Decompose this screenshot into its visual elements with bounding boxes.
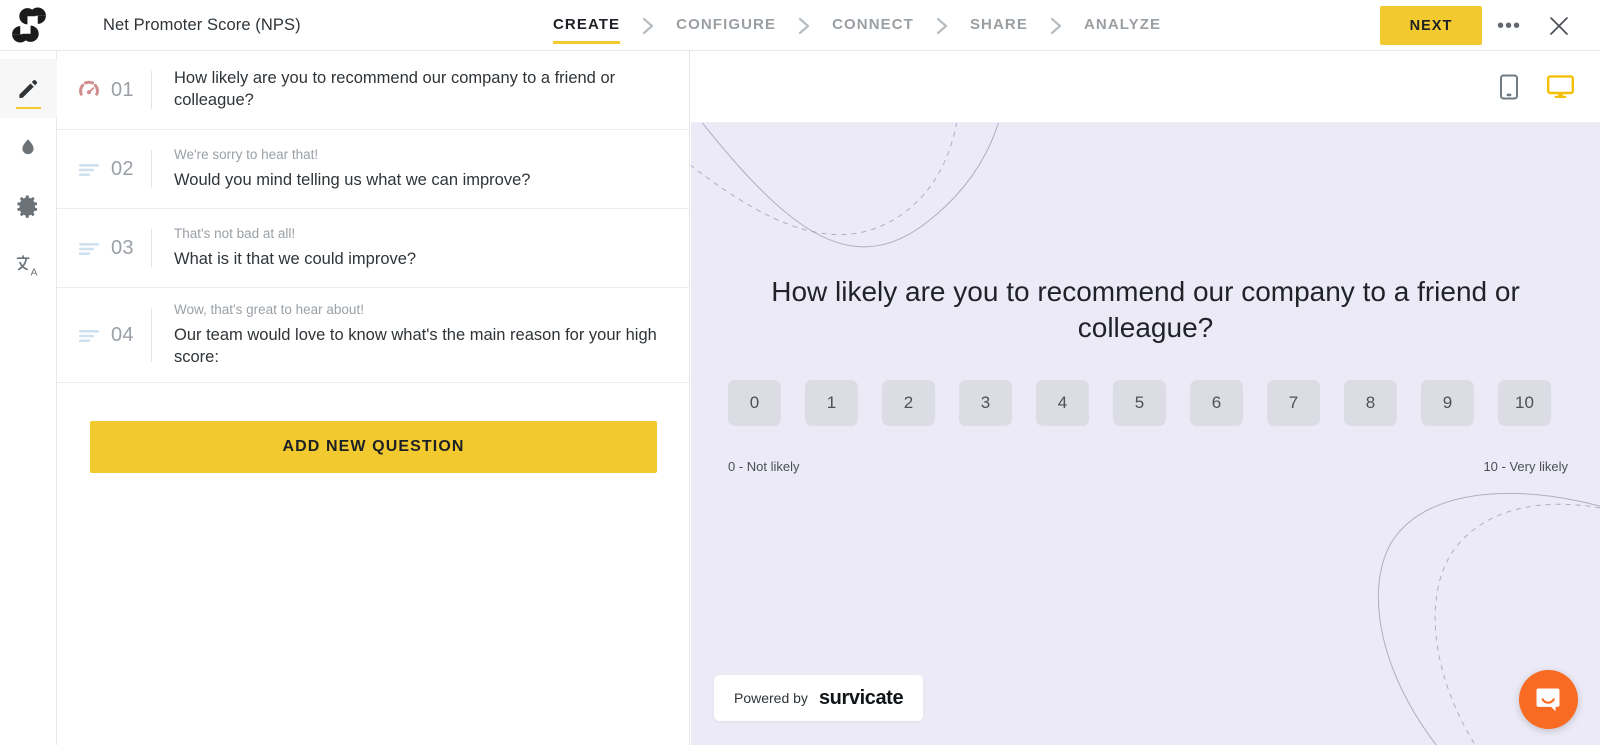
- survicate-survey-editor: Net Promoter Score (NPS) CREATE CONFIGUR…: [0, 0, 1600, 745]
- pencil-icon: [19, 79, 38, 98]
- chevron-right-icon: [914, 16, 970, 36]
- survey-preview-canvas: How likely are you to recommend our comp…: [691, 123, 1600, 745]
- page-title: Net Promoter Score (NPS): [103, 15, 301, 34]
- question-number: 03: [111, 236, 134, 259]
- step-create[interactable]: CREATE: [553, 16, 621, 44]
- nps-option-1[interactable]: 1: [805, 380, 858, 426]
- chat-launcher-button[interactable]: [1519, 670, 1578, 729]
- survicate-pinwheel-logo: [11, 7, 46, 43]
- nps-option-9[interactable]: 9: [1421, 380, 1474, 426]
- nps-scale: 0 1 2 3 4 5 6 7 8 9 10: [728, 380, 1551, 426]
- text-lines-icon: [75, 323, 103, 347]
- nps-gauge-icon: [75, 78, 103, 102]
- question-list-item-02[interactable]: 02 We're sorry to hear that! Would you m…: [57, 130, 689, 209]
- scale-label-right: 10 - Very likely: [1483, 459, 1568, 474]
- preview-question-title: How likely are you to recommend our comp…: [771, 276, 1520, 344]
- nps-option-10[interactable]: 10: [1498, 380, 1551, 426]
- mobile-icon: [1500, 74, 1518, 99]
- question-list-item-01[interactable]: 01 How likely are you to recommend our c…: [57, 51, 689, 130]
- text-lines-icon: [75, 157, 103, 181]
- nps-option-6[interactable]: 6: [1190, 380, 1243, 426]
- chevron-right-icon: [776, 16, 832, 36]
- nps-option-3[interactable]: 3: [959, 380, 1012, 426]
- question-text: How likely are you to recommend our comp…: [174, 69, 616, 109]
- close-button[interactable]: [1546, 13, 1572, 39]
- question-sublabel: Wow, that's great to hear about!: [174, 302, 364, 318]
- question-text: Would you mind telling us what we can im…: [174, 170, 531, 189]
- powered-by-brand: survicate: [818, 686, 904, 709]
- powered-by-text: Powered by: [734, 690, 808, 706]
- step-share[interactable]: SHARE: [970, 16, 1028, 35]
- add-question-area: ADD NEW QUESTION: [57, 383, 689, 473]
- gear-icon: [16, 195, 37, 218]
- desktop-icon: [1547, 74, 1574, 98]
- survey-preview-panel: How likely are you to recommend our comp…: [691, 51, 1600, 745]
- translate-icon: A: [16, 254, 38, 278]
- decorative-curves: [691, 123, 1600, 745]
- question-sublabel: That's not bad at all!: [174, 226, 296, 242]
- step-configure[interactable]: CONFIGURE: [676, 16, 776, 35]
- sidebar-item-edit[interactable]: [0, 59, 57, 118]
- top-bar: Net Promoter Score (NPS) CREATE CONFIGUR…: [0, 0, 1600, 51]
- intercom-chat-icon: [1536, 688, 1559, 711]
- preview-toolbar: [691, 51, 1600, 123]
- scale-label-left: 0 - Not likely: [728, 459, 800, 474]
- sidebar-item-translations[interactable]: A: [0, 236, 57, 295]
- next-button[interactable]: NEXT: [1380, 6, 1482, 45]
- wizard-steps: CREATE CONFIGURE CONNECT SHARE ANALYZE: [553, 0, 1161, 51]
- svg-text:A: A: [31, 266, 38, 278]
- nps-option-8[interactable]: 8: [1344, 380, 1397, 426]
- question-list-item-04[interactable]: 04 Wow, that's great to hear about! Our …: [57, 288, 689, 383]
- sidebar-item-theme[interactable]: [0, 118, 57, 177]
- question-number: 04: [111, 323, 134, 346]
- question-list-panel: 01 How likely are you to recommend our c…: [57, 51, 690, 745]
- nps-option-7[interactable]: 7: [1267, 380, 1320, 426]
- question-list-item-03[interactable]: 03 That's not bad at all! What is it tha…: [57, 209, 689, 288]
- nps-scale-labels: 0 - Not likely 10 - Very likely: [728, 459, 1568, 474]
- nps-option-0[interactable]: 0: [728, 380, 781, 426]
- sidebar-item-settings[interactable]: [0, 177, 57, 236]
- chevron-right-icon: [1028, 16, 1084, 36]
- chevron-right-icon: [620, 16, 676, 36]
- nps-option-5[interactable]: 5: [1113, 380, 1166, 426]
- nps-option-2[interactable]: 2: [882, 380, 935, 426]
- question-text: Our team would love to know what's the m…: [174, 325, 657, 366]
- text-lines-icon: [75, 236, 103, 260]
- ellipsis-icon: •••: [1496, 15, 1521, 37]
- more-options-button[interactable]: •••: [1496, 13, 1522, 39]
- close-icon: [1550, 17, 1568, 35]
- powered-by-badge[interactable]: Powered by survicate: [714, 675, 924, 721]
- left-icon-rail: A: [0, 51, 57, 745]
- question-sublabel: We're sorry to hear that!: [174, 147, 319, 163]
- desktop-preview-button[interactable]: [1547, 74, 1574, 99]
- step-analyze[interactable]: ANALYZE: [1084, 16, 1161, 35]
- add-new-question-button[interactable]: ADD NEW QUESTION: [90, 421, 657, 473]
- question-number: 01: [111, 78, 134, 101]
- mobile-preview-button[interactable]: [1499, 74, 1519, 100]
- app-logo[interactable]: [0, 0, 57, 51]
- nps-option-4[interactable]: 4: [1036, 380, 1089, 426]
- question-text: What is it that we could improve?: [174, 249, 417, 268]
- question-number: 02: [111, 157, 134, 180]
- droplet-icon: [22, 138, 34, 154]
- step-connect[interactable]: CONNECT: [832, 16, 914, 35]
